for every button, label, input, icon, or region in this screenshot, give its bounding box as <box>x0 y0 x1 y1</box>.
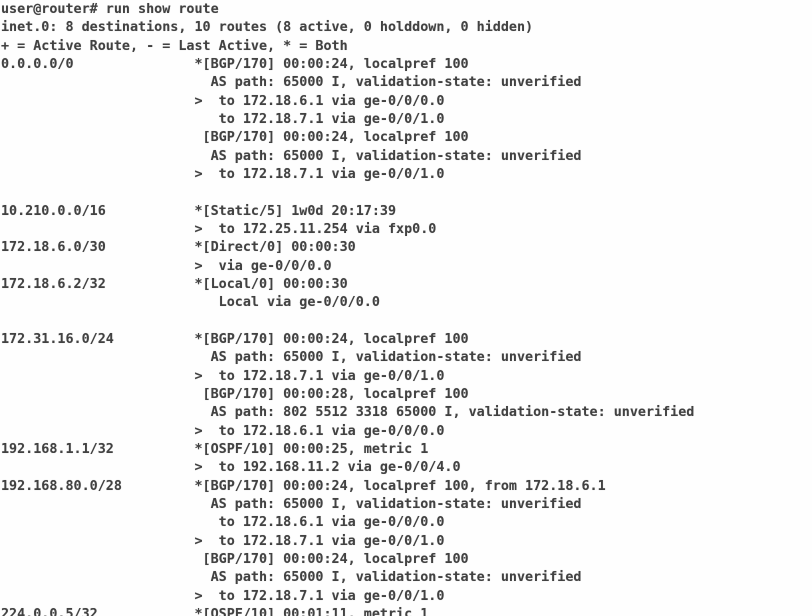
terminal-line: > to 172.18.6.1 via ge-0/0/0.0 <box>1 93 445 109</box>
terminal-line: 10.210.0.0/16 *[Static/5] 1w0d 20:17:39 <box>1 203 397 219</box>
terminal-line: 0.0.0.0/0 *[BGP/170] 00:00:24, localpref… <box>1 56 469 72</box>
terminal-line: AS path: 802 5512 3318 65000 I, validati… <box>1 405 695 421</box>
terminal-line: 172.18.6.2/32 *[Local/0] 00:00:30 <box>1 276 348 292</box>
terminal-line: to 172.18.6.1 via ge-0/0/0.0 <box>1 515 445 531</box>
terminal-line: 192.168.80.0/28 *[BGP/170] 00:00:24, loc… <box>1 478 606 494</box>
terminal-line: 172.18.6.0/30 *[Direct/0] 00:00:30 <box>1 240 356 256</box>
terminal-line: > to 172.18.7.1 via ge-0/0/1.0 <box>1 533 445 549</box>
terminal-line: > to 172.25.11.254 via fxp0.0 <box>1 221 437 237</box>
terminal-line: > to 172.18.7.1 via ge-0/0/1.0 <box>1 588 445 604</box>
terminal-line: 224.0.0.5/32 *[OSPF/10] 00:01:11, metric… <box>1 606 429 616</box>
terminal-line: > to 172.18.7.1 via ge-0/0/1.0 <box>1 368 445 384</box>
terminal-line: AS path: 65000 I, validation-state: unve… <box>1 496 582 512</box>
terminal-line: AS path: 65000 I, validation-state: unve… <box>1 148 582 164</box>
terminal-line: > to 192.168.11.2 via ge-0/0/4.0 <box>1 460 461 476</box>
terminal-line: + = Active Route, - = Last Active, * = B… <box>1 38 348 54</box>
terminal-screen[interactable]: user@router# run show route inet.0: 8 des… <box>1 1 811 616</box>
terminal-line: [BGP/170] 00:00:28, localpref 100 <box>1 386 469 402</box>
terminal-line: 192.168.1.1/32 *[OSPF/10] 00:00:25, metr… <box>1 441 429 457</box>
terminal-line: AS path: 65000 I, validation-state: unve… <box>1 350 582 366</box>
terminal-line: AS path: 65000 I, validation-state: unve… <box>1 75 582 91</box>
terminal-line: [BGP/170] 00:00:24, localpref 100 <box>1 551 469 567</box>
terminal-line: 172.31.16.0/24 *[BGP/170] 00:00:24, loca… <box>1 331 469 347</box>
terminal-window[interactable]: user@router# run show route inet.0: 8 des… <box>0 0 812 616</box>
terminal-line: AS path: 65000 I, validation-state: unve… <box>1 570 582 586</box>
terminal-line: > to 172.18.7.1 via ge-0/0/1.0 <box>1 166 445 182</box>
terminal-line: Local via ge-0/0/0.0 <box>1 295 380 311</box>
terminal-line: > to 172.18.6.1 via ge-0/0/0.0 <box>1 423 445 439</box>
terminal-line: inet.0: 8 destinations, 10 routes (8 act… <box>1 20 534 36</box>
terminal-line: > via ge-0/0/0.0 <box>1 258 332 274</box>
command-line: user@router# run show route <box>1 2 219 17</box>
terminal-line: [BGP/170] 00:00:24, localpref 100 <box>1 130 469 146</box>
terminal-line: to 172.18.7.1 via ge-0/0/1.0 <box>1 111 445 127</box>
